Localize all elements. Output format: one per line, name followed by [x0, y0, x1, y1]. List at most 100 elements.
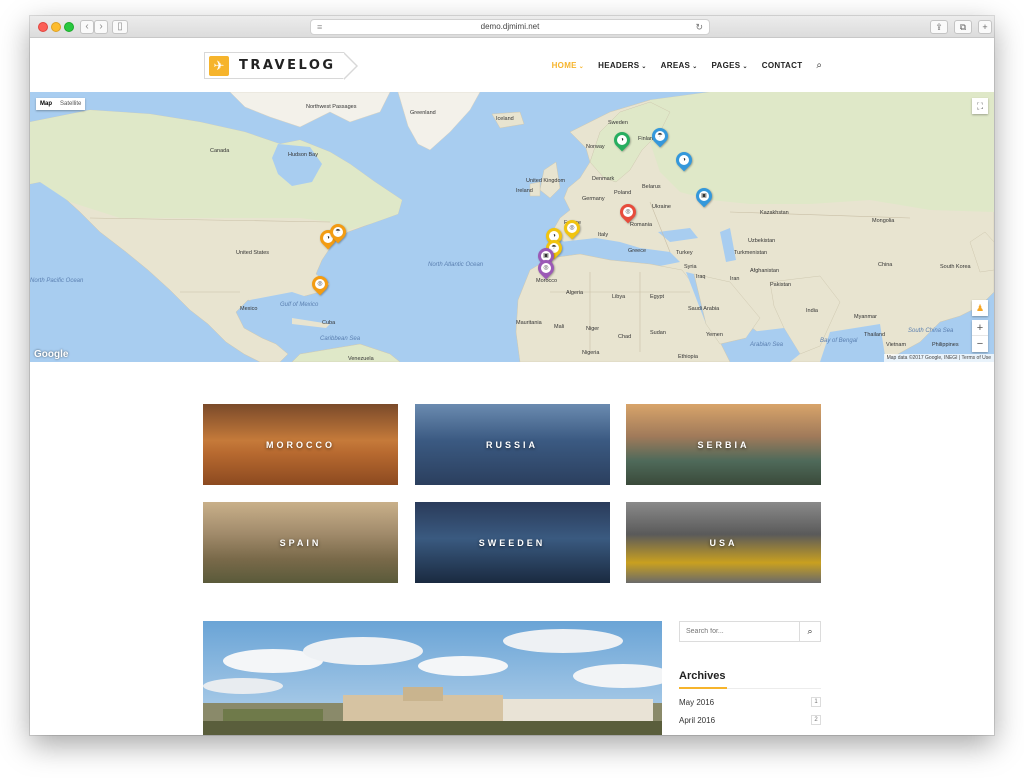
new-tab-icon[interactable]: +: [978, 20, 992, 34]
map-label-bay-of-bengal: Bay of Bengal: [820, 338, 858, 344]
back-button[interactable]: ‹: [80, 20, 94, 34]
archive-label: April 2016: [679, 715, 716, 725]
map-label-vietnam: Vietnam: [886, 342, 907, 348]
search-input[interactable]: [680, 622, 799, 641]
sidebar-search: ⌕: [679, 621, 821, 642]
nav-item-pages[interactable]: PAGES ⌄: [712, 61, 748, 70]
destination-label: SERBIA: [697, 439, 750, 450]
map-label-greece: Greece: [628, 248, 647, 254]
nav-item-contact[interactable]: CONTACT: [762, 61, 803, 70]
map-type-control: Map Satellite: [36, 98, 86, 110]
map-label-ireland: Ireland: [516, 188, 533, 194]
search-icon[interactable]: ⌕: [816, 60, 822, 71]
map-label-china: China: [878, 262, 893, 268]
map-label-yemen: Yemen: [706, 332, 723, 338]
map-label-poland: Poland: [614, 190, 632, 196]
nav-item-label: CONTACT: [761, 61, 803, 70]
google-logo: Google: [34, 349, 69, 360]
tabs-overview-icon[interactable]: ⧉: [954, 20, 972, 34]
featured-post-image[interactable]: [203, 621, 662, 735]
zoom-in-button[interactable]: +: [972, 320, 988, 336]
sidebar: ⌕ Archives May 2016 1 April 2016 2: [679, 621, 821, 725]
fullscreen-icon[interactable]: ⛶: [972, 98, 988, 114]
map-label-caribbean: Caribbean Sea: [320, 336, 361, 342]
map-label-mauritania: Mauritania: [516, 320, 542, 326]
close-window-button[interactable]: [38, 22, 48, 32]
maximize-window-button[interactable]: [64, 22, 74, 32]
nav-item-label: AREAS: [660, 61, 691, 70]
map-label-romania: Romania: [630, 222, 653, 228]
nav-item-areas[interactable]: AREAS ⌄: [661, 61, 698, 70]
destination-tile-usa[interactable]: USA: [626, 502, 821, 583]
map-label-myanmar: Myanmar: [854, 314, 877, 320]
destination-tile-serbia[interactable]: SERBIA: [626, 404, 821, 485]
nav-item-headers[interactable]: HEADERS ⌄: [598, 61, 647, 70]
map-label-norway: Norway: [586, 144, 605, 150]
nav-item-home[interactable]: HOME ⌄: [552, 61, 585, 70]
map-label-mali: Mali: [554, 324, 565, 330]
map-label-united-kingdom: United Kingdom: [526, 178, 566, 184]
zoom-out-button[interactable]: −: [972, 336, 988, 352]
sidebar-toggle-icon[interactable]: ▯: [112, 20, 128, 34]
map-label-canada: Canada: [210, 148, 230, 154]
map-type-satellite[interactable]: Satellite: [56, 98, 85, 110]
chevron-down-icon: ⌄: [578, 64, 585, 70]
main-nav: HOME ⌄ HEADERS ⌄ AREAS ⌄ PAGES ⌄ CONTACT ⌕: [552, 60, 822, 71]
map-label-iceland: Iceland: [496, 116, 514, 122]
map-credits[interactable]: Map data ©2017 Google, INEGI | Terms of …: [883, 354, 994, 362]
map-land: [30, 92, 994, 362]
archives-title: Archives: [679, 670, 821, 689]
reader-icon[interactable]: ≡: [317, 20, 322, 34]
destination-tile-russia[interactable]: RUSSIA: [414, 404, 610, 485]
chevron-down-icon: ⌄: [742, 64, 748, 70]
destination-tile-spain[interactable]: SPAIN: [203, 502, 398, 583]
map-label-iran: Iran: [730, 276, 740, 282]
logo-text: TRAVELOG: [239, 58, 336, 73]
destination-label: USA: [709, 537, 738, 548]
share-icon[interactable]: ⇪: [930, 20, 948, 34]
archive-item[interactable]: May 2016 1: [679, 697, 821, 707]
logo-arrow: [342, 51, 358, 80]
archive-label: May 2016: [679, 697, 715, 707]
site-logo[interactable]: ✈ TRAVELOG: [204, 51, 358, 80]
browser-toolbar: ‹ › ▯ ≡ demo.djmimi.net ↻ ⇪ ⧉ +: [30, 16, 994, 38]
map-label-south-china-sea: South China Sea: [908, 328, 954, 334]
map-label-syria: Syria: [684, 264, 697, 270]
archive-item[interactable]: April 2016 2: [679, 715, 821, 725]
map-label-belarus: Belarus: [642, 184, 661, 190]
archive-list: May 2016 1 April 2016 2: [679, 697, 821, 725]
marker-icon: ◑: [617, 135, 627, 145]
minimize-window-button[interactable]: [51, 22, 61, 32]
chevron-down-icon: ⌄: [692, 64, 698, 70]
map-label-turkmenistan: Turkmenistan: [734, 250, 768, 256]
address-bar[interactable]: ≡ demo.djmimi.net ↻: [310, 19, 710, 35]
map-type-map[interactable]: Map: [36, 98, 56, 110]
map-label-greenland: Greenland: [410, 110, 436, 116]
map-label-mexico: Mexico: [240, 306, 258, 312]
destination-tile-sweeden[interactable]: SWEEDEN: [414, 502, 610, 583]
pegman-icon[interactable]: ♟: [972, 300, 988, 316]
map-label-sweden: Sweden: [608, 120, 628, 126]
airplane-icon: ✈: [209, 55, 229, 76]
world-map[interactable]: Map Satellite ⛶ ♟ + − Google Map data ©2…: [30, 92, 994, 362]
map-label-iraq: Iraq: [696, 274, 706, 280]
map-label-northwest-passages: Northwest Passages: [306, 104, 357, 110]
featured-scene: [203, 621, 662, 735]
map-label-egypt: Egypt: [650, 294, 665, 300]
map-label-philippines: Philippines: [932, 342, 959, 348]
map-label-venezuela: Venezuela: [348, 356, 374, 362]
map-label-ukraine: Ukraine: [652, 204, 671, 210]
marker-icon: ▣: [699, 191, 709, 201]
forward-button[interactable]: ›: [94, 20, 108, 34]
map-label-pakistan: Pakistan: [770, 282, 792, 288]
marker-icon: ◑: [679, 155, 689, 165]
search-button[interactable]: ⌕: [799, 622, 820, 641]
map-label-chad: Chad: [618, 334, 632, 340]
destination-label: MOROCCO: [266, 439, 335, 450]
zoom-control: + −: [972, 320, 988, 352]
destination-tile-morocco[interactable]: MOROCCO: [203, 404, 398, 485]
map-label-nigeria: Nigeria: [582, 350, 600, 356]
reload-icon[interactable]: ↻: [695, 20, 703, 34]
map-label-turkey: Turkey: [676, 250, 693, 256]
map-label-uzbekistan: Uzbekistan: [748, 238, 776, 244]
